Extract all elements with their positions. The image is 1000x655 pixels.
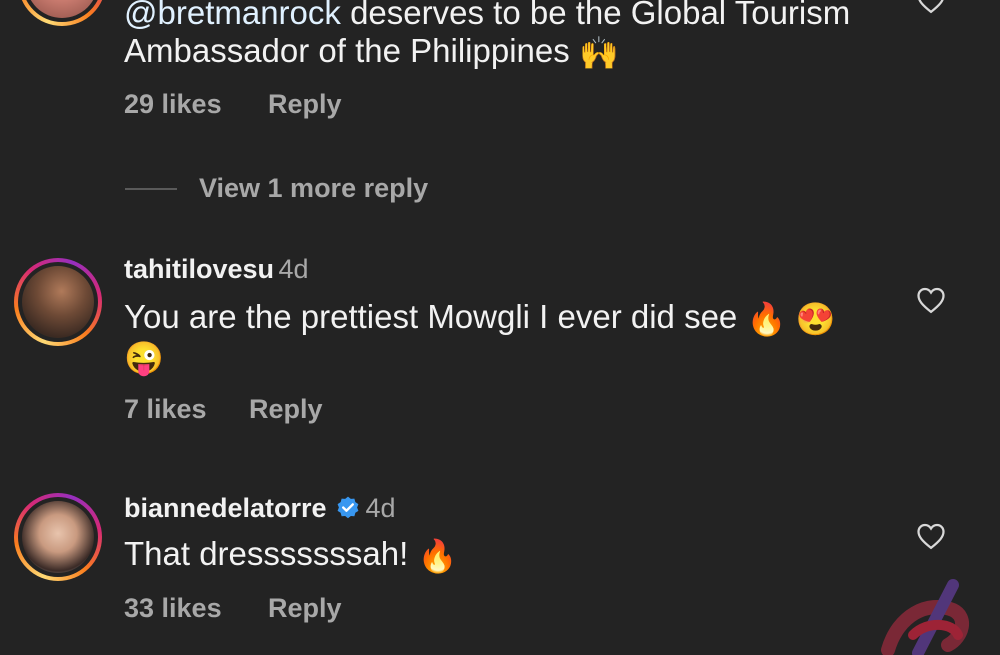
comment-text: You are the prettiest Mowgli I ever did … [124,297,835,337]
reply-button[interactable]: Reply [268,89,342,120]
fire-emoji: 🔥 [417,538,458,575]
raising-hands-emoji: 🙌 [578,35,619,72]
comment-text-line: Ambassador of the Philippines 🙌 [124,31,619,71]
comment-text: @bretmanrock deserves to be the Global T… [124,0,850,33]
avatar [26,0,98,18]
avatar-ring[interactable] [14,258,102,346]
avatar [22,501,94,573]
comment-text-part: That dresssssssah! [124,535,409,572]
timestamp: 4d [278,254,309,284]
divider-line [125,188,177,190]
comment-text-part: Ambassador of the Philippines [124,32,570,69]
comment-text-part: You are the prettiest Mowgli I ever did … [124,298,738,335]
reply-button[interactable]: Reply [249,394,323,425]
view-more-replies-button[interactable]: View 1 more reply [199,173,428,204]
timestamp: 4d [365,493,396,523]
likes-count[interactable]: 33 likes [124,593,222,624]
comment-text-part: deserves to be the Global Tourism [340,0,851,31]
avatar-ring[interactable] [14,493,102,581]
reply-button[interactable]: Reply [268,593,342,624]
avatar-ring[interactable] [18,0,106,26]
comment-header: biannedelatorre 4d [124,493,396,524]
likes-count[interactable]: 7 likes [124,394,207,425]
heart-icon[interactable] [916,522,946,550]
comment-text-line: 😜 [124,336,164,376]
fire-emoji: 🔥 [746,301,787,338]
username[interactable]: biannedelatorre [124,493,327,523]
watermark-logo [881,579,969,655]
mention-link[interactable]: @bretmanrock [124,0,341,31]
verified-badge-icon [337,496,359,519]
username[interactable]: tahitilovesu [124,254,274,284]
heart-icon[interactable] [916,0,946,14]
likes-count[interactable]: 29 likes [124,89,222,120]
comment-header: tahitilovesu 4d [124,254,309,285]
avatar [22,266,94,338]
comment-text: That dresssssssah! 🔥 [124,534,457,574]
heart-eyes-emoji: 😍 [795,301,836,338]
winking-tongue-emoji: 😜 [124,340,164,377]
heart-icon[interactable] [916,286,946,314]
